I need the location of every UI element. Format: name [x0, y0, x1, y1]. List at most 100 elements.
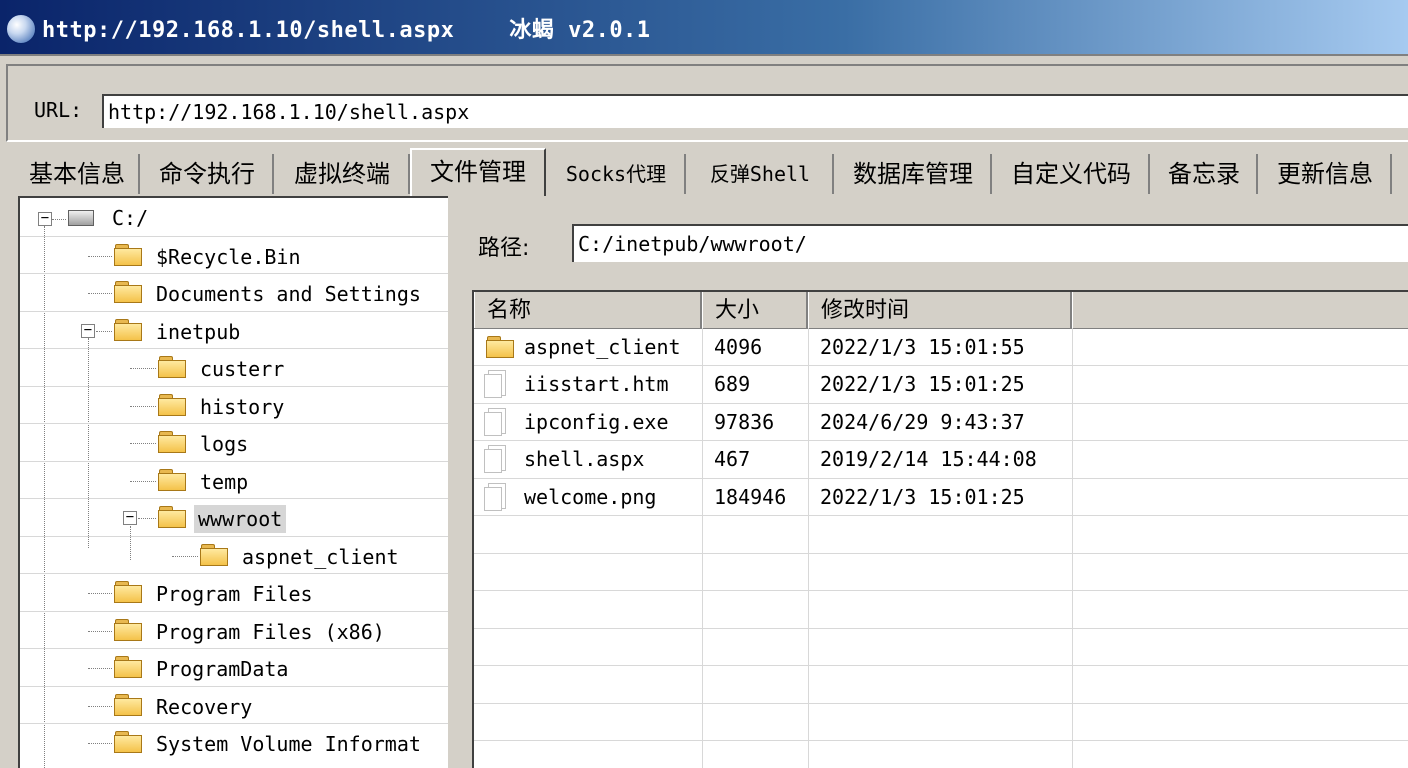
- grid-line: [474, 703, 1408, 704]
- tab-memo[interactable]: 备忘录: [1152, 154, 1258, 194]
- tree-node[interactable]: temp: [20, 461, 448, 499]
- tree-node-label: C:/: [112, 206, 149, 230]
- window-title: http://192.168.1.10/shell.aspx 冰蝎 v2.0.1: [42, 18, 651, 43]
- file-name: aspnet_client: [524, 335, 681, 359]
- url-input[interactable]: [102, 94, 1408, 128]
- folder-icon: [114, 280, 144, 304]
- tree-node[interactable]: Program Files: [20, 573, 448, 611]
- file-size: 97836: [714, 410, 775, 434]
- file-modified: 2024/6/29 9:43:37: [820, 410, 1025, 434]
- table-row[interactable]: ipconfig.exe 97836 2024/6/29 9:43:37: [474, 404, 1408, 441]
- tree-node-label: System Volume Informat: [156, 732, 421, 756]
- tree-node-label: Program Files (x86): [156, 620, 385, 644]
- tree-node-label: $Recycle.Bin: [156, 245, 301, 269]
- path-input[interactable]: [572, 224, 1408, 262]
- file-list-table[interactable]: 名称 大小 修改时间 aspnet_client 4096 2022/1/3 1…: [472, 290, 1408, 768]
- folder-icon: [158, 393, 188, 417]
- tree-node[interactable]: Recovery: [20, 686, 448, 724]
- tab-bar: 基本信息 命令执行 虚拟终端 文件管理 Socks代理 反弹Shell 数据库管…: [10, 148, 1408, 196]
- url-panel: URL:: [6, 64, 1408, 142]
- file-icon: [484, 445, 508, 473]
- file-name: iisstart.htm: [524, 372, 669, 396]
- table-row[interactable]: welcome.png 184946 2022/1/3 15:01:25: [474, 479, 1408, 516]
- tree-node-selected[interactable]: − wwwroot: [20, 498, 448, 536]
- tree-node[interactable]: aspnet_client: [20, 536, 448, 574]
- column-header-name[interactable]: 名称: [474, 292, 702, 328]
- tree-node-label: temp: [200, 470, 249, 494]
- tab-basic-info[interactable]: 基本信息: [16, 154, 140, 194]
- tree-node[interactable]: − inetpub: [20, 311, 448, 349]
- file-icon: [484, 370, 508, 398]
- folder-icon: [114, 318, 144, 342]
- file-size: 184946: [714, 485, 787, 509]
- folder-icon: [114, 693, 144, 717]
- tab-update-info[interactable]: 更新信息: [1260, 154, 1392, 194]
- directory-tree[interactable]: − C:/ $Recycle.Bin Documents and Setting…: [18, 196, 448, 768]
- folder-icon: [114, 618, 144, 642]
- file-icon: [484, 483, 508, 511]
- folder-icon: [114, 580, 144, 604]
- tree-node-label: Recovery: [156, 695, 253, 719]
- tree-node[interactable]: ProgramData: [20, 648, 448, 686]
- tree-node[interactable]: System Volume Informat: [20, 723, 448, 761]
- table-row[interactable]: iisstart.htm 689 2022/1/3 15:01:25: [474, 366, 1408, 403]
- file-size: 467: [714, 447, 751, 471]
- file-modified: 2022/1/3 15:01:25: [820, 372, 1025, 396]
- drive-icon: [68, 210, 94, 226]
- url-label: URL:: [34, 98, 83, 122]
- tree-node-root[interactable]: − C:/: [20, 198, 448, 235]
- tree-node[interactable]: $Recycle.Bin: [20, 236, 448, 274]
- column-header-empty: [1072, 292, 1408, 328]
- table-row[interactable]: aspnet_client 4096 2022/1/3 15:01:55: [474, 329, 1408, 366]
- table-header: 名称 大小 修改时间: [474, 292, 1408, 329]
- folder-icon: [200, 543, 230, 567]
- tree-node[interactable]: custerr: [20, 348, 448, 386]
- grid-line: [474, 553, 1408, 554]
- file-name: welcome.png: [524, 485, 657, 509]
- folder-icon: [158, 505, 188, 529]
- collapse-icon[interactable]: −: [123, 510, 137, 525]
- column-header-modified[interactable]: 修改时间: [808, 292, 1072, 328]
- tree-node[interactable]: history: [20, 386, 448, 424]
- tree-node-label: ProgramData: [156, 657, 289, 681]
- tab-socks-proxy[interactable]: Socks代理: [548, 154, 686, 194]
- tree-node[interactable]: Program Files (x86): [20, 611, 448, 649]
- folder-icon: [486, 335, 516, 359]
- folder-icon: [114, 243, 144, 267]
- folder-icon: [114, 655, 144, 679]
- tree-node-label: wwwroot: [194, 505, 287, 533]
- grid-line: [474, 740, 1408, 741]
- tree-node[interactable]: logs: [20, 423, 448, 461]
- tab-command-exec[interactable]: 命令执行: [142, 154, 274, 194]
- tab-file-manager[interactable]: 文件管理: [410, 148, 546, 196]
- tree-node[interactable]: Documents and Settings: [20, 273, 448, 311]
- tree-node-label: aspnet_client: [242, 545, 399, 569]
- column-header-size[interactable]: 大小: [702, 292, 808, 328]
- file-name: shell.aspx: [524, 447, 645, 471]
- tab-custom-code[interactable]: 自定义代码: [994, 154, 1150, 194]
- title-bar: http://192.168.1.10/shell.aspx 冰蝎 v2.0.1: [0, 0, 1408, 56]
- grid-line: [474, 590, 1408, 591]
- file-size: 689: [714, 372, 751, 396]
- table-row[interactable]: shell.aspx 467 2019/2/14 15:44:08: [474, 441, 1408, 478]
- folder-icon: [114, 730, 144, 754]
- folder-icon: [158, 468, 188, 492]
- grid-line: [474, 665, 1408, 666]
- tree-node-label: custerr: [200, 357, 285, 381]
- collapse-icon[interactable]: −: [38, 211, 52, 226]
- collapse-icon[interactable]: −: [81, 323, 95, 338]
- file-icon: [484, 408, 508, 436]
- tree-node-label: inetpub: [156, 320, 241, 344]
- tab-reverse-shell[interactable]: 反弹Shell: [688, 154, 834, 194]
- file-modified: 2019/2/14 15:44:08: [820, 447, 1037, 471]
- tree-node-label: Program Files: [156, 582, 313, 606]
- tree-node-label: logs: [200, 432, 249, 456]
- tab-database-manager[interactable]: 数据库管理: [836, 154, 992, 194]
- file-modified: 2022/1/3 15:01:25: [820, 485, 1025, 509]
- grid-line: [474, 628, 1408, 629]
- tab-virtual-terminal[interactable]: 虚拟终端: [276, 154, 410, 194]
- tree-node-label: history: [200, 395, 285, 419]
- folder-icon: [158, 355, 188, 379]
- tree-node-label: Documents and Settings: [156, 282, 421, 306]
- file-name: ipconfig.exe: [524, 410, 669, 434]
